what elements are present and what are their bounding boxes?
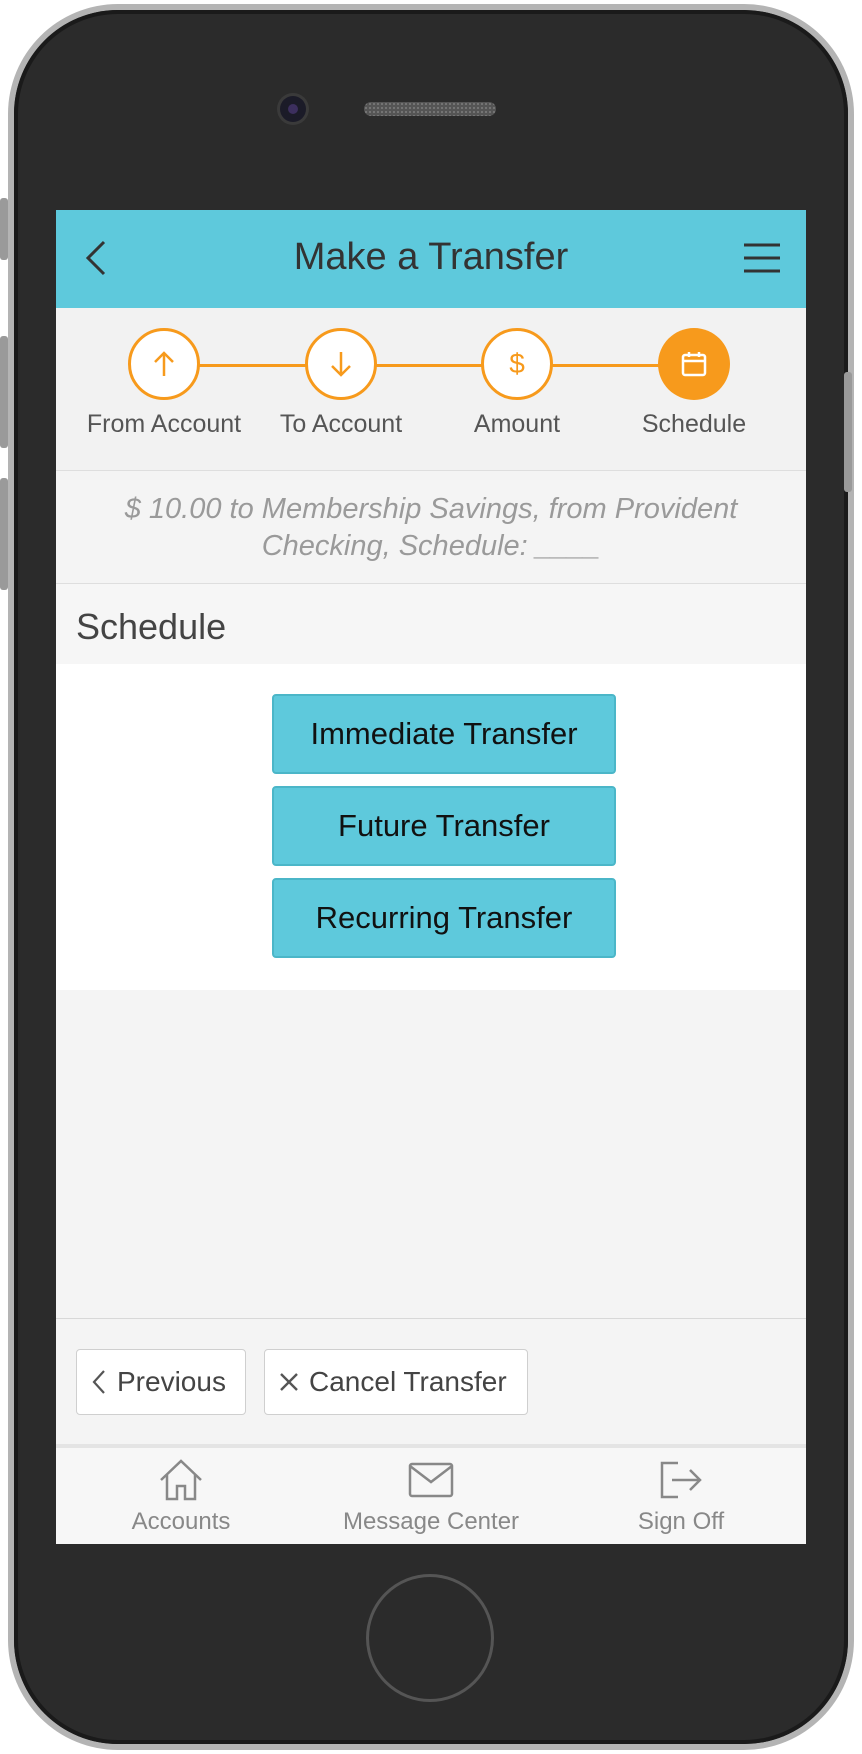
home-icon: [160, 1459, 202, 1501]
schedule-header: Schedule: [56, 584, 806, 664]
step-label: From Account: [86, 410, 242, 438]
step-label: Amount: [473, 410, 561, 438]
volume-down-button: [0, 478, 8, 590]
step-circle: [305, 328, 377, 400]
tab-label: Message Center: [342, 1508, 520, 1535]
tab-label: Accounts: [131, 1508, 231, 1535]
step-circle: $: [481, 328, 553, 400]
page-title: Make a Transfer: [293, 236, 569, 278]
close-icon: [280, 1373, 298, 1391]
camera: [280, 96, 306, 122]
immediate-transfer-button[interactable]: Immediate Transfer: [272, 694, 616, 774]
step-circle: [658, 328, 730, 400]
sign-off-icon: [660, 1461, 702, 1499]
step-amount: $ Amount: [437, 328, 597, 439]
previous-button[interactable]: Previous: [76, 1349, 246, 1415]
schedule-options: Immediate Transfer Future Transfer Recur…: [56, 664, 806, 990]
step-label: To Account: [279, 410, 403, 438]
step-from-account: From Account: [84, 328, 244, 439]
future-transfer-button[interactable]: Future Transfer: [272, 786, 616, 866]
home-button: [366, 1574, 494, 1702]
step-label: Schedule: [641, 410, 747, 438]
volume-up-button: [0, 336, 8, 448]
step-progress: From Account To Account $ Amount Schedul…: [56, 308, 806, 471]
tab-sign-off[interactable]: Sign Off: [556, 1456, 806, 1536]
transfer-summary: $ 10.00 to Membership Savings, from Prov…: [56, 471, 806, 584]
cancel-label: Cancel Transfer: [309, 1366, 507, 1397]
step-schedule: Schedule: [614, 328, 774, 439]
speaker: [364, 102, 496, 116]
tab-accounts[interactable]: Accounts: [56, 1456, 306, 1536]
tab-label: Sign Off: [637, 1508, 725, 1535]
footer-actions: Previous Cancel Transfer: [56, 1318, 806, 1443]
recurring-transfer-button[interactable]: Recurring Transfer: [272, 878, 616, 958]
summary-line-2: Checking, Schedule: ____: [261, 530, 601, 562]
side-button: [0, 198, 8, 260]
mail-icon: [408, 1462, 454, 1498]
calendar-icon: [681, 352, 707, 377]
arrow-up-icon: [154, 351, 174, 376]
summary-line-1: $ 10.00 to Membership Savings, from Prov…: [124, 493, 738, 525]
app-header: Make a Transfer: [56, 210, 806, 309]
schedule-heading: Schedule: [76, 606, 227, 647]
app-screen: Make a Transfer From Account To Account …: [56, 210, 806, 1544]
bottom-tab-bar: Accounts Message Center Sign Off: [56, 1444, 806, 1544]
menu-icon[interactable]: [744, 242, 780, 274]
cancel-transfer-button[interactable]: Cancel Transfer: [264, 1349, 528, 1415]
power-button: [844, 372, 852, 492]
dollar-icon: $: [509, 348, 525, 379]
step-to-account: To Account: [261, 328, 421, 439]
previous-label: Previous: [117, 1366, 226, 1397]
arrow-down-icon: [331, 352, 351, 377]
tab-message-center[interactable]: Message Center: [306, 1456, 556, 1536]
chevron-left-icon: [92, 1370, 105, 1394]
step-circle: [128, 328, 200, 400]
